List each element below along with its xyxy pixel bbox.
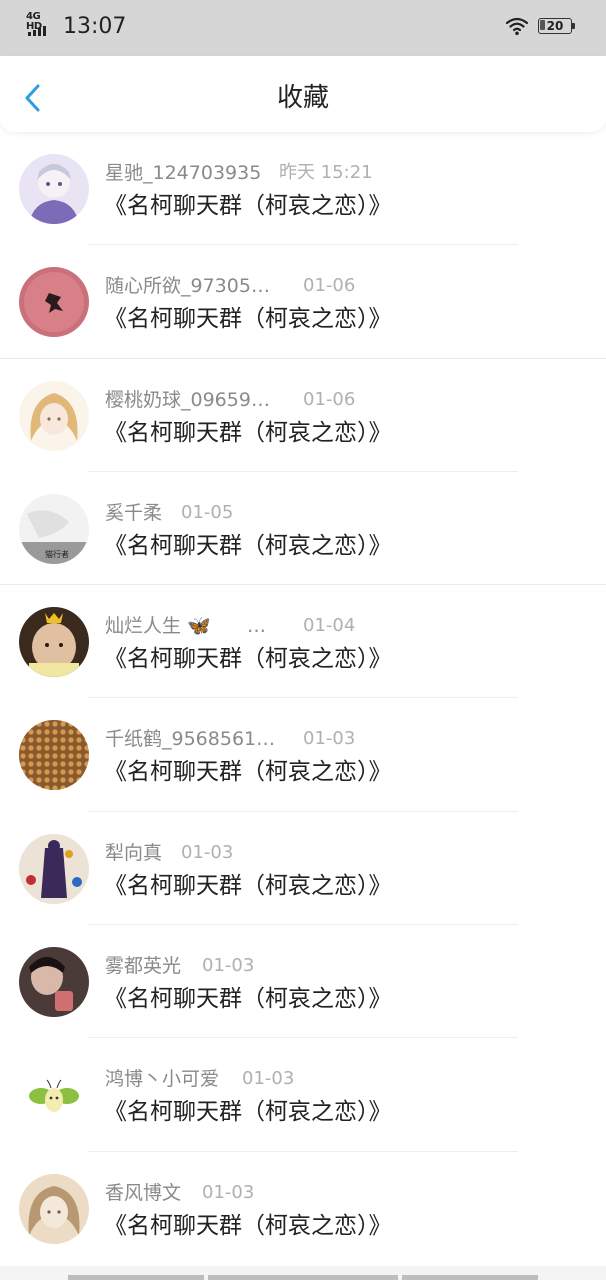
user-name: 雾都英光: [105, 955, 182, 978]
name-ellipsis: …: [247, 615, 266, 638]
avatar: [19, 1060, 89, 1131]
user-name: 奚千柔: [105, 501, 163, 524]
avatar: [19, 380, 89, 451]
favorite-date: 01-03: [202, 1181, 255, 1203]
user-name: 灿烂人生 🦋: [105, 615, 211, 638]
favorite-date: 01-03: [181, 841, 234, 863]
user-name: 鸿博丶小可爱: [105, 1068, 220, 1091]
favorite-date: 01-06: [303, 275, 356, 297]
list-item[interactable]: 雾都英光 01-03 《名柯聊天群（柯哀之恋）》: [0, 925, 606, 1039]
favorite-date: 01-04: [303, 615, 356, 637]
bottom-scroll-indicator: [0, 1266, 606, 1280]
battery-level: 20: [546, 19, 564, 33]
avatar: [19, 1173, 89, 1244]
favorite-date: 01-03: [303, 728, 356, 750]
avatar: 猫行者: [19, 493, 89, 564]
avatar: [19, 267, 89, 338]
list-item[interactable]: 猫行者 奚千柔 01-05 《名柯聊天群（柯哀之恋）》: [0, 472, 606, 586]
status-time: 13:07: [63, 14, 127, 39]
list-item[interactable]: 樱桃奶球_09659… 01-06 《名柯聊天群（柯哀之恋）》: [0, 359, 606, 472]
list-item[interactable]: 千纸鹤_9568561… 01-03 《名柯聊天群（柯哀之恋）》: [0, 698, 606, 812]
avatar: [19, 833, 89, 904]
favorites-list: 星驰_124703935 昨天 15:21 《名柯聊天群（柯哀之恋）》 随心所欲…: [0, 132, 606, 1265]
avatar: [19, 947, 89, 1018]
page-title: 收藏: [276, 83, 329, 113]
favorite-title: 《名柯聊天群（柯哀之恋）》: [104, 986, 392, 1013]
battery-icon: 20: [538, 18, 576, 36]
user-name: 千纸鹤_9568561…: [105, 728, 276, 751]
favorite-date: 昨天 15:21: [279, 162, 373, 183]
favorite-title: 《名柯聊天群（柯哀之恋）》: [104, 1099, 392, 1126]
favorite-title: 《名柯聊天群（柯哀之恋）》: [104, 532, 392, 559]
cellular-signal-icon: 4G HD: [26, 12, 56, 38]
favorite-title: 《名柯聊天群（柯哀之恋）》: [104, 419, 392, 446]
user-name: 樱桃奶球_09659…: [105, 388, 270, 411]
user-name: 星驰_124703935: [105, 162, 262, 184]
user-name: 犁向真: [105, 841, 163, 864]
list-item[interactable]: 星驰_124703935 昨天 15:21 《名柯聊天群（柯哀之恋）》: [0, 132, 606, 246]
favorite-title: 《名柯聊天群（柯哀之恋）》: [104, 1212, 392, 1239]
header: 收藏: [0, 56, 606, 132]
list-item[interactable]: 鸿博丶小可爱 01-03 《名柯聊天群（柯哀之恋）》: [0, 1038, 606, 1152]
favorite-date: 01-05: [181, 501, 234, 523]
favorite-date: 01-03: [202, 955, 255, 977]
svg-text:猫行者: 猫行者: [45, 549, 69, 559]
avatar: [19, 720, 89, 791]
user-name: 随心所欲_97305…: [105, 275, 270, 298]
list-item[interactable]: 香风博文 01-03 《名柯聊天群（柯哀之恋）》: [0, 1152, 606, 1265]
list-item[interactable]: 犁向真 01-03 《名柯聊天群（柯哀之恋）》: [0, 812, 606, 926]
status-bar: 4G HD 13:07 20: [0, 0, 606, 56]
favorite-date: 01-06: [303, 388, 356, 410]
list-item[interactable]: 灿烂人生 🦋 … 01-04 《名柯聊天群（柯哀之恋）》: [0, 585, 606, 699]
favorite-title: 《名柯聊天群（柯哀之恋）》: [104, 646, 392, 673]
avatar: [19, 607, 89, 678]
favorite-title: 《名柯聊天群（柯哀之恋）》: [104, 759, 392, 786]
user-name: 香风博文: [105, 1181, 182, 1204]
favorite-date: 01-03: [242, 1068, 295, 1090]
favorite-title: 《名柯聊天群（柯哀之恋）》: [104, 872, 392, 899]
wifi-icon: [505, 17, 529, 36]
favorite-title: 《名柯聊天群（柯哀之恋）》: [104, 306, 392, 333]
favorite-title: 《名柯聊天群（柯哀之恋）》: [104, 193, 392, 219]
list-item[interactable]: 随心所欲_97305… 01-06 《名柯聊天群（柯哀之恋）》: [0, 245, 606, 359]
avatar: [19, 154, 89, 224]
